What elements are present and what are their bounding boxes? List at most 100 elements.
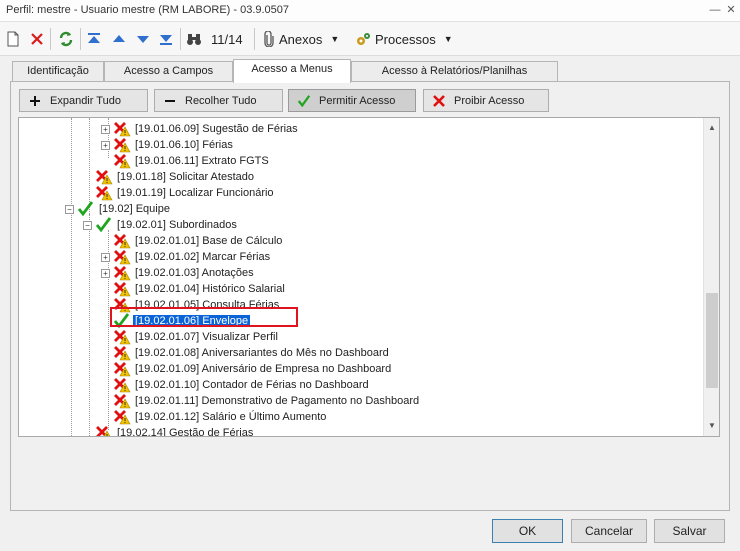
tree-item-label: [19.02] Equipe bbox=[99, 203, 170, 215]
expand-all-button[interactable]: Expandir Tudo bbox=[19, 89, 148, 112]
access-denied-warning-icon bbox=[113, 409, 131, 425]
tree-item-label: [19.02.01.10] Contador de Férias no Dash… bbox=[135, 379, 369, 391]
minus-icon bbox=[163, 94, 177, 108]
tree-item-label: [19.02.01.06] Envelope bbox=[133, 315, 251, 327]
last-record-icon[interactable] bbox=[159, 29, 173, 49]
access-denied-warning-icon bbox=[113, 297, 131, 313]
tree-row[interactable]: [19.02.01.12] Salário e Último Aumento bbox=[101, 409, 328, 425]
collapse-node-icon[interactable]: − bbox=[65, 204, 74, 214]
tab-identificacao[interactable]: Identificação bbox=[12, 61, 104, 82]
expand-node-icon[interactable]: + bbox=[101, 252, 110, 262]
chevron-down-icon: ▼ bbox=[330, 34, 340, 44]
tree-row[interactable]: − [19.02] Equipe bbox=[65, 201, 172, 217]
tree-item-label: [19.01.18] Solicitar Atestado bbox=[117, 171, 254, 183]
tree-row[interactable]: + [19.02.01.02] Marcar Férias bbox=[101, 249, 272, 265]
tree-row[interactable]: [19.02.01.01] Base de Cálculo bbox=[101, 233, 284, 249]
tab-acesso-campos[interactable]: Acesso a Campos bbox=[104, 61, 233, 82]
vertical-scrollbar[interactable]: ▲ ▼ bbox=[703, 118, 719, 436]
tree-row[interactable]: [19.02.01.11] Demonstrativo de Pagamento… bbox=[101, 393, 421, 409]
access-denied-warning-icon bbox=[113, 329, 131, 345]
close-icon[interactable]: ✕ bbox=[724, 3, 738, 17]
access-denied-warning-icon bbox=[113, 377, 131, 393]
processes-label: Processos bbox=[375, 31, 436, 47]
collapse-all-button[interactable]: Recolher Tudo bbox=[154, 89, 283, 112]
previous-record-icon[interactable] bbox=[112, 29, 126, 49]
tab-acesso-menus[interactable]: Acesso a Menus bbox=[233, 59, 351, 83]
expand-node-icon[interactable]: + bbox=[101, 124, 110, 134]
minimize-icon[interactable]: ― bbox=[708, 3, 722, 17]
plus-icon bbox=[28, 94, 42, 108]
toolbar-separator bbox=[50, 28, 51, 50]
scrollbar-thumb[interactable] bbox=[706, 293, 718, 388]
tree-item-label: [19.01.06.10] Férias bbox=[135, 139, 233, 151]
paperclip-icon bbox=[264, 31, 274, 47]
tree-item-label: [19.02.01.01] Base de Cálculo bbox=[135, 235, 283, 247]
tree-row[interactable]: [19.01.06.11] Extrato FGTS bbox=[101, 153, 271, 169]
tree-row[interactable]: + [19.02.01.03] Anotações bbox=[101, 265, 256, 281]
access-allowed-icon bbox=[113, 313, 131, 329]
toolbar-separator bbox=[80, 28, 81, 50]
tree-row[interactable]: [19.02.01.10] Contador de Férias no Dash… bbox=[101, 377, 371, 393]
tree-item-label: [19.01.19] Localizar Funcionário bbox=[117, 187, 274, 199]
tree-row[interactable]: [19.02.14] Gestão de Férias bbox=[83, 425, 255, 436]
tree-row[interactable]: [19.02.01.05] Consulta Férias bbox=[101, 297, 281, 313]
collapse-node-icon[interactable]: − bbox=[83, 220, 92, 230]
tree-row[interactable]: [19.02.01.04] Histórico Salarial bbox=[101, 281, 287, 297]
access-denied-warning-icon bbox=[95, 185, 113, 201]
tree-guide-line bbox=[71, 118, 72, 436]
tree-item-label: [19.01.06.09] Sugestão de Férias bbox=[135, 123, 298, 135]
chevron-down-icon: ▼ bbox=[443, 34, 453, 44]
access-allowed-icon bbox=[77, 201, 95, 217]
access-denied-warning-icon bbox=[113, 153, 131, 169]
check-icon bbox=[297, 94, 311, 108]
tab-strip: Identificação Acesso a Campos Acesso a M… bbox=[0, 56, 740, 83]
tree-row[interactable]: − [19.02.01] Subordinados bbox=[83, 217, 239, 233]
deny-access-label: Proibir Acesso bbox=[454, 94, 525, 107]
first-record-icon[interactable] bbox=[87, 29, 101, 49]
access-denied-warning-icon bbox=[113, 345, 131, 361]
expand-all-label: Expandir Tudo bbox=[50, 94, 121, 107]
access-denied-warning-icon bbox=[113, 281, 131, 297]
cancel-button[interactable]: Cancelar bbox=[571, 519, 647, 543]
title-bar: Perfil: mestre - Usuario mestre (RM LABO… bbox=[0, 0, 740, 22]
delete-icon[interactable] bbox=[30, 29, 44, 49]
attachments-menu-button[interactable]: Anexos ▼ bbox=[263, 29, 339, 49]
expand-node-icon[interactable]: + bbox=[101, 268, 110, 278]
next-record-icon[interactable] bbox=[136, 29, 150, 49]
ok-button[interactable]: OK bbox=[492, 519, 563, 543]
tree-row[interactable]: + [19.01.06.09] Sugestão de Férias bbox=[101, 121, 300, 137]
access-denied-warning-icon bbox=[95, 169, 113, 185]
tree-row[interactable]: [19.02.01.06] Envelope bbox=[101, 313, 251, 329]
save-button[interactable]: Salvar bbox=[654, 519, 725, 543]
tree-item-label: [19.02.01.03] Anotações bbox=[135, 267, 254, 279]
tree-item-label: [19.02.01.12] Salário e Último Aumento bbox=[135, 411, 327, 423]
tree-row[interactable]: [19.01.19] Localizar Funcionário bbox=[83, 185, 276, 201]
tree-row[interactable]: [19.02.01.08] Aniversariantes do Mês no … bbox=[101, 345, 391, 361]
binoculars-icon[interactable] bbox=[186, 29, 202, 49]
new-document-icon[interactable] bbox=[6, 29, 20, 49]
tree-item-label: [19.02.01.07] Visualizar Perfil bbox=[135, 331, 278, 343]
access-denied-warning-icon bbox=[113, 393, 131, 409]
tree-item-label: [19.02.01.11] Demonstrativo de Pagamento… bbox=[135, 395, 420, 407]
access-denied-warning-icon bbox=[113, 137, 131, 153]
scroll-down-icon[interactable]: ▼ bbox=[704, 419, 719, 433]
collapse-all-label: Recolher Tudo bbox=[185, 94, 257, 107]
scroll-up-icon[interactable]: ▲ bbox=[704, 121, 719, 135]
tab-acesso-relatorios[interactable]: Acesso à Relatórios/Planilhas bbox=[351, 61, 558, 82]
attachments-label: Anexos bbox=[279, 31, 323, 47]
tree-item-label: [19.02.01.04] Histórico Salarial bbox=[135, 283, 285, 295]
deny-access-button[interactable]: Proibir Acesso bbox=[423, 89, 549, 112]
access-denied-warning-icon bbox=[113, 265, 131, 281]
menu-tree[interactable]: + [19.01.06.09] Sugestão de Férias + [19.01… bbox=[18, 117, 720, 437]
tree-row[interactable]: [19.02.01.09] Aniversário de Empresa no … bbox=[101, 361, 393, 377]
processes-menu-button[interactable]: Processos ▼ bbox=[355, 29, 453, 49]
tree-row[interactable]: [19.02.01.07] Visualizar Perfil bbox=[101, 329, 280, 345]
tree-row[interactable]: + [19.01.06.10] Férias bbox=[101, 137, 235, 153]
tree-item-label: [19.01.06.11] Extrato FGTS bbox=[135, 155, 269, 167]
allow-access-button[interactable]: Permitir Acesso bbox=[288, 89, 416, 112]
expand-node-icon[interactable]: + bbox=[101, 140, 110, 150]
tree-item-label: [19.02.01.02] Marcar Férias bbox=[135, 251, 271, 263]
refresh-icon[interactable] bbox=[58, 29, 74, 49]
tree-row[interactable]: [19.01.18] Solicitar Atestado bbox=[83, 169, 256, 185]
access-allowed-icon bbox=[95, 217, 113, 233]
